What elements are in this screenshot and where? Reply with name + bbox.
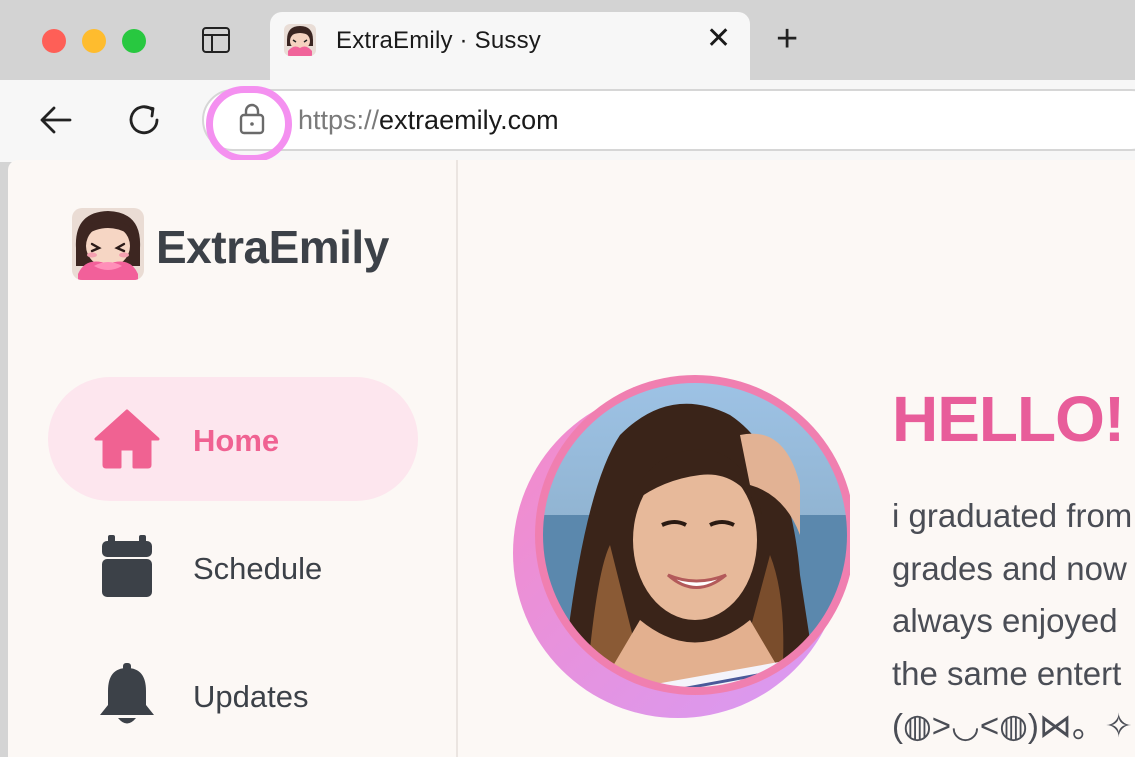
greeting-heading: HELLO! I — [892, 383, 1135, 455]
profile-portrait — [500, 375, 855, 725]
nav-item-home[interactable]: Home — [48, 377, 418, 501]
bio-line: (◍>◡<◍)⋈。✧ — [892, 707, 1133, 744]
back-icon[interactable] — [36, 100, 76, 140]
new-tab-icon[interactable]: + — [776, 20, 798, 58]
tab-close-icon[interactable]: ✕ — [706, 24, 731, 54]
url-scheme: https:// — [298, 105, 380, 135]
bio-line: i graduated from — [892, 497, 1133, 534]
minimize-window-button[interactable] — [82, 29, 106, 53]
zoom-window-button[interactable] — [122, 29, 146, 53]
nav-item-updates[interactable]: Updates — [48, 633, 418, 757]
url-host: extraemily.com — [379, 105, 559, 135]
brand-name[interactable]: ExtraEmily — [156, 220, 389, 274]
home-icon — [94, 409, 160, 469]
bio-line: the same entert — [892, 654, 1122, 692]
tab-strip: ExtraEmily · Sussy ✕ + — [0, 0, 1135, 80]
bio-text: i graduated from grades and now always e… — [892, 490, 1133, 753]
reload-icon[interactable] — [124, 100, 164, 140]
bio-line: grades and now — [892, 549, 1127, 587]
sidebar-toggle-icon[interactable] — [202, 27, 230, 53]
site-sidebar: ExtraEmily Home Schedule Updates — [8, 160, 458, 757]
bell-icon — [100, 663, 154, 724]
favicon-icon — [284, 24, 316, 56]
close-window-button[interactable] — [42, 29, 66, 53]
nav-item-schedule[interactable]: Schedule — [48, 505, 418, 629]
lock-icon[interactable] — [238, 103, 266, 135]
bio-line: always enjoyed — [892, 602, 1118, 639]
calendar-icon — [102, 535, 152, 597]
nav-item-label: Home — [193, 423, 280, 458]
web-page: ExtraEmily Home Schedule Updates HELLO! … — [8, 160, 1135, 757]
nav-item-label: Updates — [193, 679, 309, 714]
nav-item-label: Schedule — [193, 551, 323, 586]
url-text[interactable]: https://extraemily.com — [298, 105, 559, 136]
tab-active[interactable]: ExtraEmily · Sussy ✕ — [270, 12, 750, 80]
brand-logo[interactable] — [72, 208, 144, 280]
tab-title: ExtraEmily · Sussy — [336, 27, 541, 54]
browser-toolbar — [0, 80, 1135, 162]
main-content: HELLO! I i graduated from grades and now… — [460, 160, 1135, 757]
